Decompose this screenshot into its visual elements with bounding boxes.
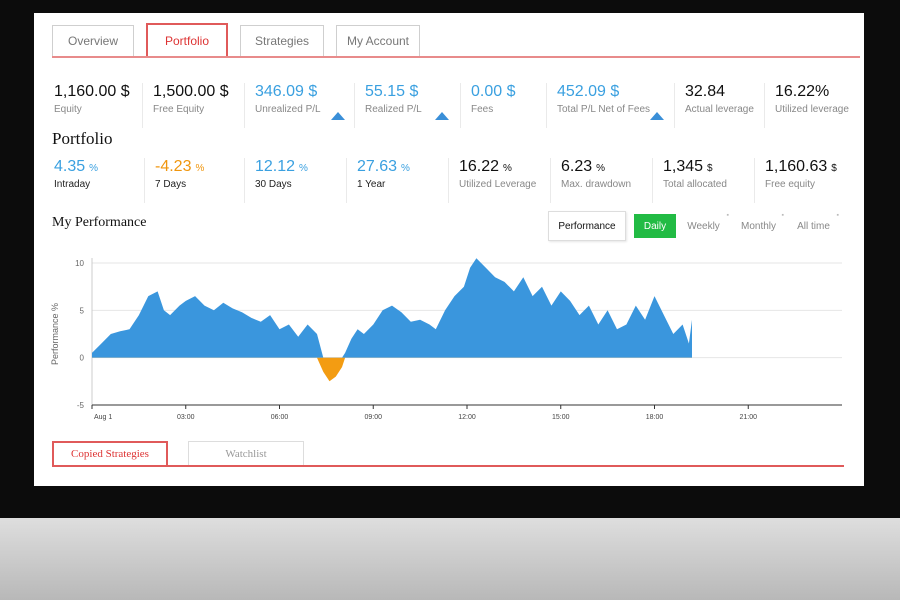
range-weekly-button[interactable]: Weekly ▪	[676, 211, 731, 241]
portfolio-metrics: 4.35% Intraday -4.23% 7 Days 12.12% 30 D…	[44, 158, 854, 203]
stat-free-equity: 1,500.00 $ Free Equity	[142, 83, 244, 128]
portfolio-intraday: 4.35% Intraday	[44, 158, 144, 203]
bottom-tabs-underline	[52, 465, 844, 467]
portfolio-max-drawdown: 6.23% Max. drawdown	[550, 158, 652, 203]
stat-fees: 0.00 $ Fees	[460, 83, 546, 128]
performance-button[interactable]: Performance	[548, 211, 626, 241]
performance-chart: 10 5 0 -5 Performance % Aug 1 03:00 06:00 09:00 1…	[50, 258, 842, 421]
bottom-tabs: Copied Strategies Watchlist	[52, 441, 324, 465]
stat-label: Equity	[54, 104, 82, 115]
stat-value: 1,500.00 $	[153, 83, 229, 100]
x-tick-label: 21:00	[739, 414, 757, 421]
metric-value: 27.63%	[357, 158, 410, 175]
metric-value: 16.22%	[459, 158, 512, 175]
stat-value: 32.84	[685, 83, 726, 100]
metric-label: 7 Days	[155, 179, 187, 190]
x-tick-label: 15:00	[552, 414, 570, 421]
stat-label: Free Equity	[153, 104, 205, 115]
stat-unrealized-pl: 346.09 $ Unrealized P/L	[244, 83, 354, 128]
tab-watchlist[interactable]: Watchlist	[188, 441, 304, 465]
metric-label: Total allocated	[663, 179, 727, 190]
portfolio-total-allocated: 1,345 $ Total allocated	[652, 158, 754, 203]
main-tabs: Overview Portfolio Strategies My Account	[52, 23, 432, 57]
performance-area-positive	[92, 258, 692, 358]
range-monthly-button[interactable]: Monthly ▪	[731, 211, 786, 241]
stat-value: 1,160.00 $	[54, 83, 130, 100]
monitor-stand	[0, 518, 900, 600]
tabs-underline	[52, 56, 860, 58]
stat-actual-leverage: 32.84 Actual leverage	[674, 83, 764, 128]
x-tick-label: Aug 1	[94, 414, 112, 421]
portfolio-30-days: 12.12% 30 Days	[244, 158, 346, 203]
tab-portfolio[interactable]: Portfolio	[146, 23, 228, 56]
metric-label: 30 Days	[255, 179, 292, 190]
metric-value: -4.23%	[155, 158, 205, 175]
performance-range-selector: Performance Daily Weekly ▪ Monthly ▪ All t…	[548, 211, 841, 241]
metric-value: 1,160.63 $	[765, 158, 837, 175]
x-tick-label: 18:00	[646, 414, 664, 421]
stat-value: 55.15 $	[365, 83, 419, 100]
metric-value: 6.23%	[561, 158, 606, 175]
arrow-up-icon	[435, 112, 449, 120]
portfolio-utilized-leverage: 16.22% Utilized Leverage	[448, 158, 550, 203]
stat-value: 16.22%	[775, 83, 830, 100]
tab-strategies[interactable]: Strategies	[240, 25, 324, 56]
range-daily-button[interactable]: Daily	[634, 214, 676, 238]
metric-label: Max. drawdown	[561, 179, 632, 190]
y-tick-label: 10	[75, 259, 84, 268]
stat-realized-pl: 55.15 $ Realized P/L	[354, 83, 460, 128]
stat-equity: 1,160.00 $ Equity	[44, 83, 142, 128]
tab-copied-strategies[interactable]: Copied Strategies	[52, 441, 168, 465]
x-tick-label: 12:00	[458, 414, 476, 421]
metric-label: Intraday	[54, 179, 91, 190]
x-tick-label: 06:00	[271, 414, 289, 421]
app-screen: Overview Portfolio Strategies My Account…	[34, 13, 864, 486]
portfolio-free-equity: 1,160.63 $ Free equity	[754, 158, 854, 203]
stat-label: Fees	[471, 104, 494, 115]
metric-value: 4.35%	[54, 158, 99, 175]
stat-value: 0.00 $	[471, 83, 516, 100]
stat-label: Utilized leverage	[775, 104, 849, 115]
arrow-up-icon	[331, 112, 345, 120]
stat-total-pl: 452.09 $ Total P/L Net of Fees	[546, 83, 674, 128]
range-all-time-button[interactable]: All time ▪	[786, 211, 841, 241]
metric-value: 12.12%	[255, 158, 308, 175]
metric-label: 1 Year	[357, 179, 386, 190]
x-tick-label: 03:00	[177, 414, 195, 421]
portfolio-1-year: 27.63% 1 Year	[346, 158, 448, 203]
y-tick-label: 0	[80, 354, 85, 363]
stat-utilized-leverage: 16.22% Utilized leverage	[764, 83, 854, 128]
performance-area-negative	[92, 357, 692, 382]
portfolio-title: Portfolio	[52, 129, 113, 148]
tab-overview[interactable]: Overview	[52, 25, 134, 56]
metric-label: Utilized Leverage	[459, 179, 537, 190]
x-tick-label: 09:00	[364, 414, 382, 421]
stat-label: Actual leverage	[685, 104, 754, 115]
stat-value: 452.09 $	[557, 83, 620, 100]
arrow-up-icon	[650, 112, 664, 120]
account-stats: 1,160.00 $ Equity 1,500.00 $ Free Equity…	[44, 83, 854, 128]
metric-label: Free equity	[765, 179, 816, 190]
tab-my-account[interactable]: My Account	[336, 25, 420, 56]
portfolio-7-days: -4.23% 7 Days	[144, 158, 244, 203]
stat-value: 346.09 $	[255, 83, 318, 100]
metric-value: 1,345 $	[663, 158, 713, 175]
y-tick-label: -5	[77, 401, 85, 410]
y-axis-label: Performance %	[50, 303, 60, 365]
performance-title: My Performance	[52, 215, 147, 230]
y-tick-label: 5	[80, 306, 85, 315]
